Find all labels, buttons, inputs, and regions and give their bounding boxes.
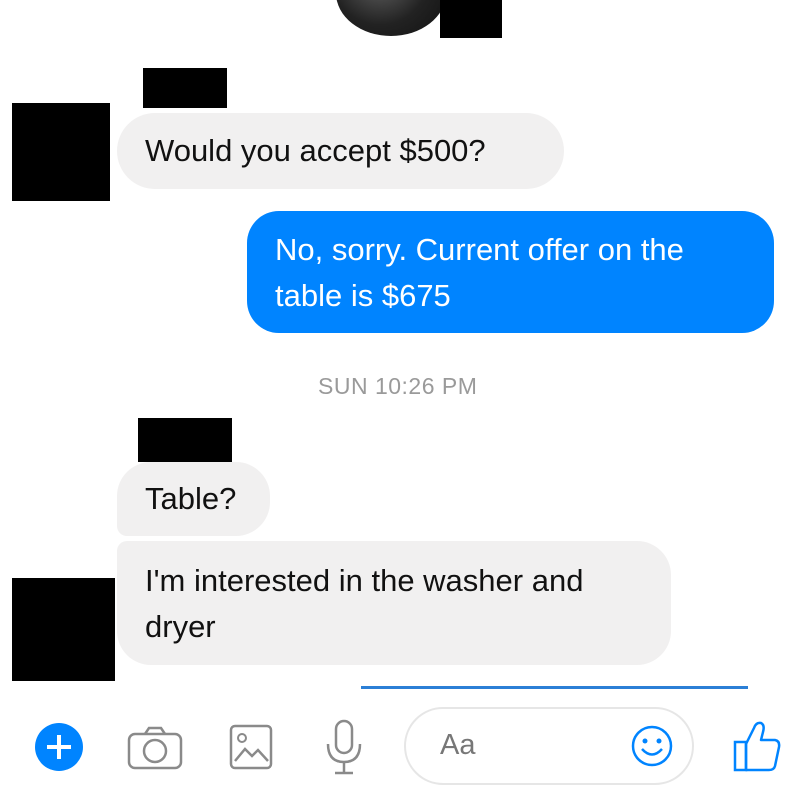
incoming-message-bubble: Would you accept $500? [117,113,564,189]
incoming-message-bubble: Table? [117,462,270,536]
camera-icon[interactable] [125,724,185,772]
message-compose-input[interactable]: Aa [404,707,694,785]
message-text-line: table is $675 [275,278,451,313]
image-icon[interactable] [228,723,274,771]
redaction-block [440,0,502,38]
compose-placeholder: Aa [440,729,476,761]
sender-avatar-redacted [12,103,110,201]
microphone-icon[interactable] [322,718,366,778]
thumbs-up-icon[interactable] [732,718,782,774]
message-text-line: No, sorry. Current offer on the [275,232,684,267]
emoji-icon[interactable] [630,724,674,768]
plus-icon[interactable] [34,722,84,772]
message-text: Would you accept $500? [145,133,486,168]
message-timestamp: SUN 10:26 PM [318,373,478,399]
redaction-block [143,68,227,108]
contact-avatar-top [336,0,446,36]
outgoing-message-bubble: No, sorry. Current offer on the table is… [247,211,774,333]
message-text-line: dryer [145,609,216,644]
incoming-message-bubble: I'm interested in the washer and dryer [117,541,671,665]
composer-divider [361,686,748,689]
sender-avatar-redacted [12,578,115,681]
redaction-block [138,418,232,462]
message-text-line: I'm interested in the washer and [145,563,584,598]
message-text: Table? [145,481,237,516]
